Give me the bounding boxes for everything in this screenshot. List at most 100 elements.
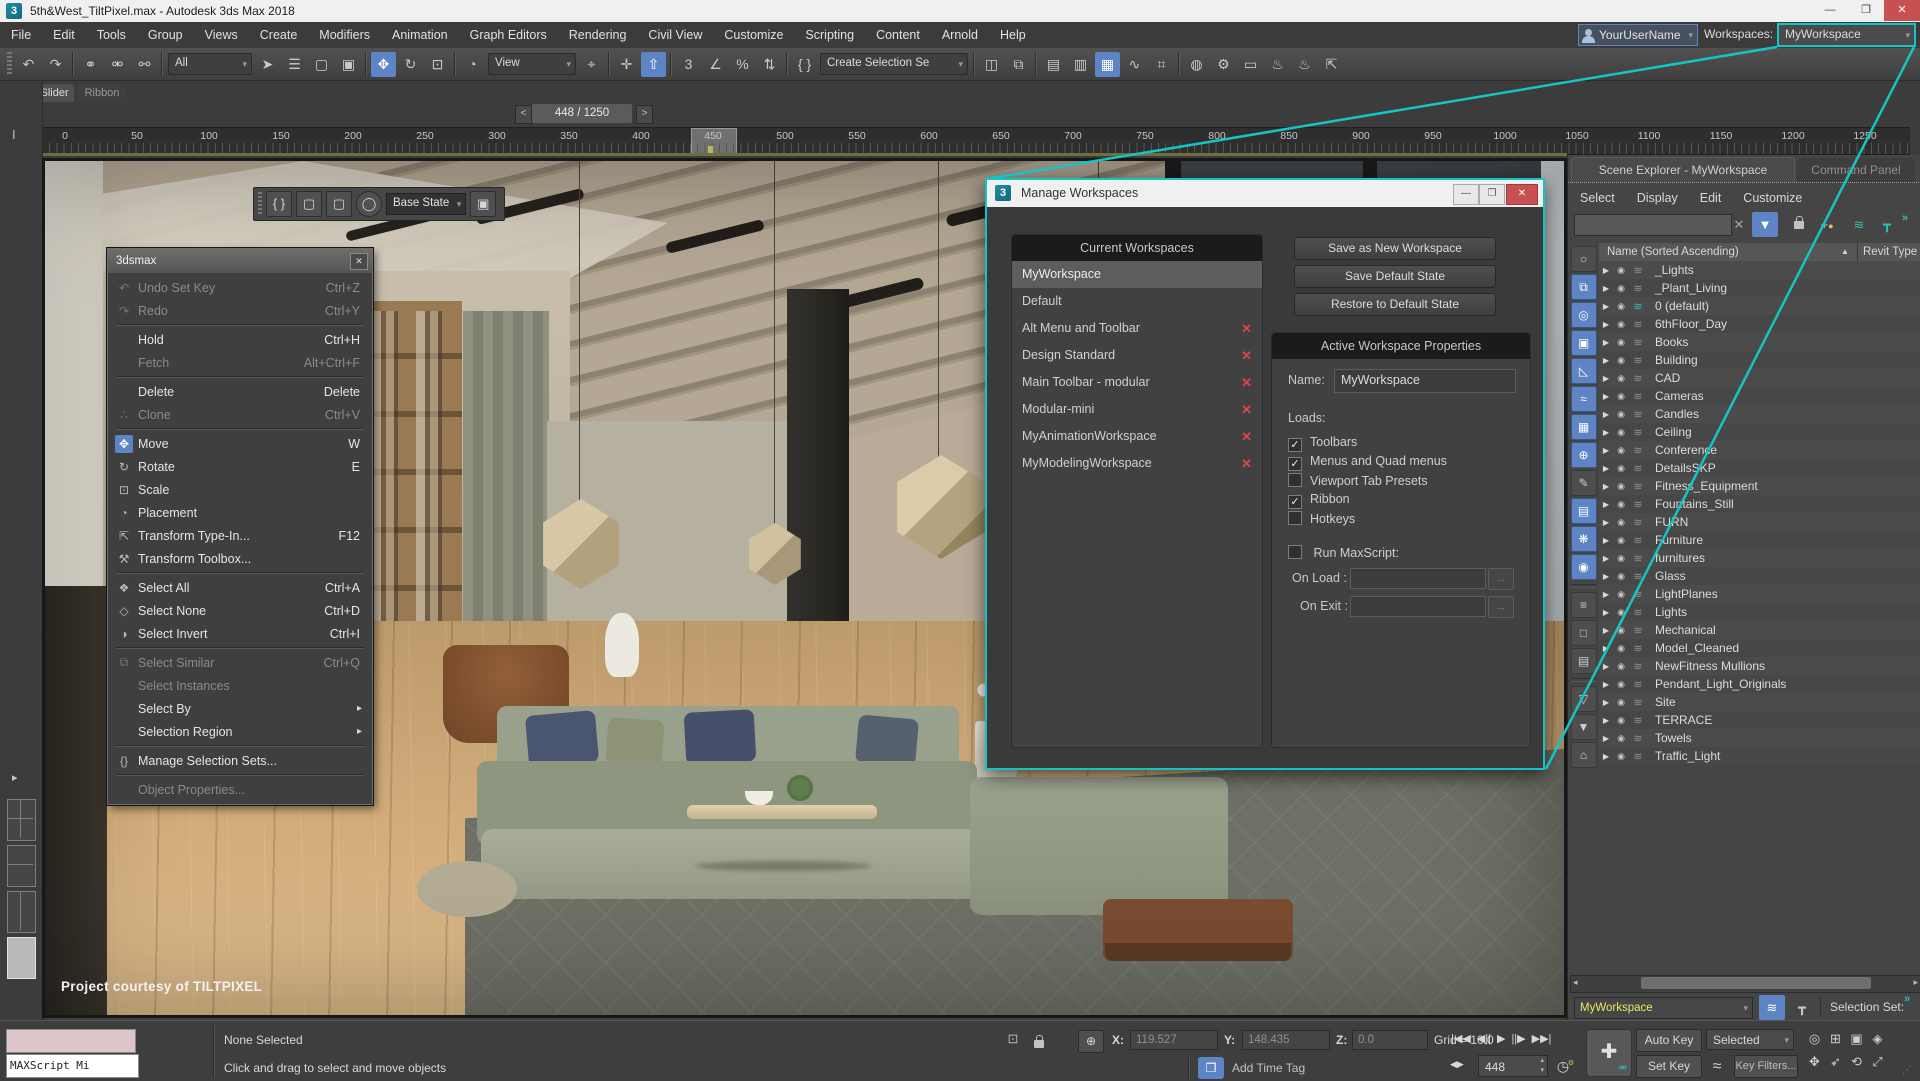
default-tangent-icon[interactable]: ≈ [1706,1057,1728,1077]
resize-grip[interactable]: ⋰ [1902,1065,1912,1076]
visibility-eye-icon[interactable]: ◉ [1613,445,1629,456]
visibility-eye-icon[interactable]: ◉ [1613,355,1629,366]
delete-workspace-icon[interactable]: ✕ [1241,369,1252,396]
expand-arrow-icon[interactable]: ▶ [1599,518,1613,527]
selection-set-dropdown[interactable]: Selected ▾ [1706,1029,1794,1050]
undo-icon[interactable]: ↶ [16,52,41,77]
overflow-chevron-icon[interactable]: » [1904,993,1910,1005]
select-by-name-icon[interactable]: ☰ [282,52,307,77]
schematic-view-icon[interactable]: ⌗ [1149,52,1174,77]
visibility-eye-icon[interactable]: ◉ [1613,679,1629,690]
add-keyframe-button[interactable]: ✚ ⚮ [1586,1029,1632,1077]
expand-arrow-icon[interactable]: ▶ [1599,302,1613,311]
visibility-eye-icon[interactable]: ◉ [1613,643,1629,654]
zoom-all-icon[interactable]: ⊞ [1825,1027,1846,1050]
expand-arrow-icon[interactable]: ▶ [1599,698,1613,707]
toggle-scene-explorer-icon[interactable]: ▤ [1041,52,1066,77]
expand-arrow-icon[interactable]: ▶ [1599,734,1613,743]
display-containers-filter-icon[interactable]: ▤ [1570,498,1597,524]
quad-item-select-by[interactable]: Select By ▸ [110,697,370,720]
viewport-layout-tab-3[interactable] [7,891,36,933]
menu-tools[interactable]: Tools [86,22,137,48]
visibility-eye-icon[interactable]: ◉ [1613,427,1629,438]
percent-snap-icon[interactable]: % [730,52,755,77]
minimize-button[interactable]: — [1453,184,1479,205]
expand-arrow-icon[interactable]: ▶ [1599,608,1613,617]
expand-arrow-icon[interactable]: ▶ [1599,554,1613,563]
current-frame-spinner[interactable]: 448 ▴ ▾ [1478,1055,1548,1077]
scene-layer-row-6thfloor-day[interactable]: ▶ ◉ ≋ 6thFloor_Day [1599,315,1920,333]
menu-scripting[interactable]: Scripting [794,22,865,48]
spinner-snap-icon[interactable]: ⇅ [757,52,782,77]
visibility-eye-icon[interactable]: ◉ [1613,391,1629,402]
column-headers[interactable]: Name (Sorted Ascending) ▲ Revit Type ▲ [1599,243,1920,262]
viewport-layout-tab-2[interactable] [7,845,36,887]
scene-layer-row-furnitures[interactable]: ▶ ◉ ≋ furnitures [1599,549,1920,567]
go-to-start-button[interactable]: |◀◀ [1448,1027,1474,1051]
scene-layer-row-furniture[interactable]: ▶ ◉ ≋ Furniture [1599,531,1920,549]
menu-file[interactable]: File [0,22,42,48]
clear-search-icon[interactable]: ✕ [1726,212,1752,237]
tab-scene-explorer[interactable]: Scene Explorer - MyWorkspace [1571,157,1795,183]
run-maxscript-checkbox[interactable] [1288,545,1302,559]
quad-item-scale[interactable]: ⊡ Scale [110,478,370,501]
display-groups-filter-icon[interactable]: ▦ [1570,414,1597,440]
angle-snap-icon[interactable]: ∠ [703,52,728,77]
tab-ribbon[interactable]: Ribbon [78,84,126,102]
key-filters-button[interactable]: Key Filters... [1734,1055,1798,1078]
horizontal-scrollbar[interactable]: ◂ ▸ [1570,975,1920,993]
quad-item-select-none[interactable]: ◇ Select None Ctrl+D [110,599,370,622]
menu-arnold[interactable]: Arnold [931,22,989,48]
drag-handle[interactable] [258,192,262,216]
display-space-warps-filter-icon[interactable]: ≈ [1570,386,1597,412]
keyboard-shortcut-override-icon[interactable]: ⇧ [641,51,666,77]
next-frame-arrow[interactable]: > [636,105,653,124]
delete-workspace-icon[interactable]: ✕ [1241,396,1252,423]
scene-layer-row-plant-living[interactable]: ▶ ◉ ≋ _Plant_Living [1599,279,1920,297]
expand-arrow-icon[interactable]: ▶ [1599,392,1613,401]
visibility-eye-icon[interactable]: ◉ [1613,553,1629,564]
checkbox-unchecked[interactable] [1288,473,1302,487]
material-editor-icon[interactable]: ◍ [1184,52,1209,77]
frame-readout[interactable]: 448 / 1250 [532,104,632,123]
add-to-explorer-icon[interactable]: +● [1814,212,1840,237]
scene-layer-row-terrace[interactable]: ▶ ◉ ≋ TERRACE [1599,711,1920,729]
visibility-eye-icon[interactable]: ◉ [1613,589,1629,600]
expand-arrow-icon[interactable]: ▶ [1599,446,1613,455]
orbit-icon[interactable]: ⟲ [1846,1050,1867,1073]
close-button[interactable]: ✕ [1506,184,1538,205]
scene-layer-row-lights[interactable]: ▶ ◉ ≋ Lights [1599,603,1920,621]
display-particles-filter-icon[interactable]: ❋ [1570,526,1597,552]
menu-group[interactable]: Group [137,22,194,48]
workspaces-dropdown[interactable]: MyWorkspace ▾ [1777,23,1916,47]
workspace-item-alt-menu-and-toolbar[interactable]: Alt Menu and Toolbar ✕ [1012,315,1262,342]
snaps-toggle-icon[interactable]: 3 [676,52,701,77]
expand-arrow-icon[interactable]: ▶ [1599,374,1613,383]
menu-rendering[interactable]: Rendering [558,22,638,48]
visibility-eye-icon[interactable]: ◉ [1613,697,1629,708]
open-in-interactive-icon[interactable]: ⇱ [1319,52,1344,77]
select-and-manipulate-icon[interactable]: ✛ [614,52,639,77]
expand-arrow-icon[interactable]: ▶ [1599,338,1613,347]
run-maxscript-row[interactable]: Run MaxScript: [1288,545,1399,564]
select-and-link-icon[interactable]: ⚭ [78,52,103,77]
search-input[interactable] [1574,214,1732,236]
scene-layer-row-ceiling[interactable]: ▶ ◉ ≋ Ceiling [1599,423,1920,441]
display-helpers-filter-icon[interactable]: ◺ [1570,358,1597,384]
user-account-dropdown[interactable]: YourUserName ▾ [1578,24,1698,46]
quad-item-select-invert[interactable]: ◑ Select Invert Ctrl+I [110,622,370,645]
visibility-eye-icon[interactable]: ◉ [1613,301,1629,312]
save-as-new-workspace-button[interactable]: Save as New Workspace [1294,237,1496,260]
scrollbar-thumb[interactable] [1641,977,1871,989]
delete-workspace-icon[interactable]: ✕ [1241,315,1252,342]
add-time-tag-label[interactable]: Add Time Tag [1232,1061,1305,1075]
quad-item-rotate[interactable]: ↻ Rotate E [110,455,370,478]
menu-graph-editors[interactable]: Graph Editors [459,22,558,48]
expand-arrow-icon[interactable]: ▶ [1599,626,1613,635]
load-option-ribbon[interactable]: ✓ Ribbon [1288,492,1447,511]
explorer-menu-display[interactable]: Display [1637,191,1678,205]
toolbar-drag-handle[interactable] [7,52,12,76]
scene-layer-row-lightplanes[interactable]: ▶ ◉ ≋ LightPlanes [1599,585,1920,603]
visibility-eye-icon[interactable]: ◉ [1613,373,1629,384]
scene-layer-row-candles[interactable]: ▶ ◉ ≋ Candles [1599,405,1920,423]
